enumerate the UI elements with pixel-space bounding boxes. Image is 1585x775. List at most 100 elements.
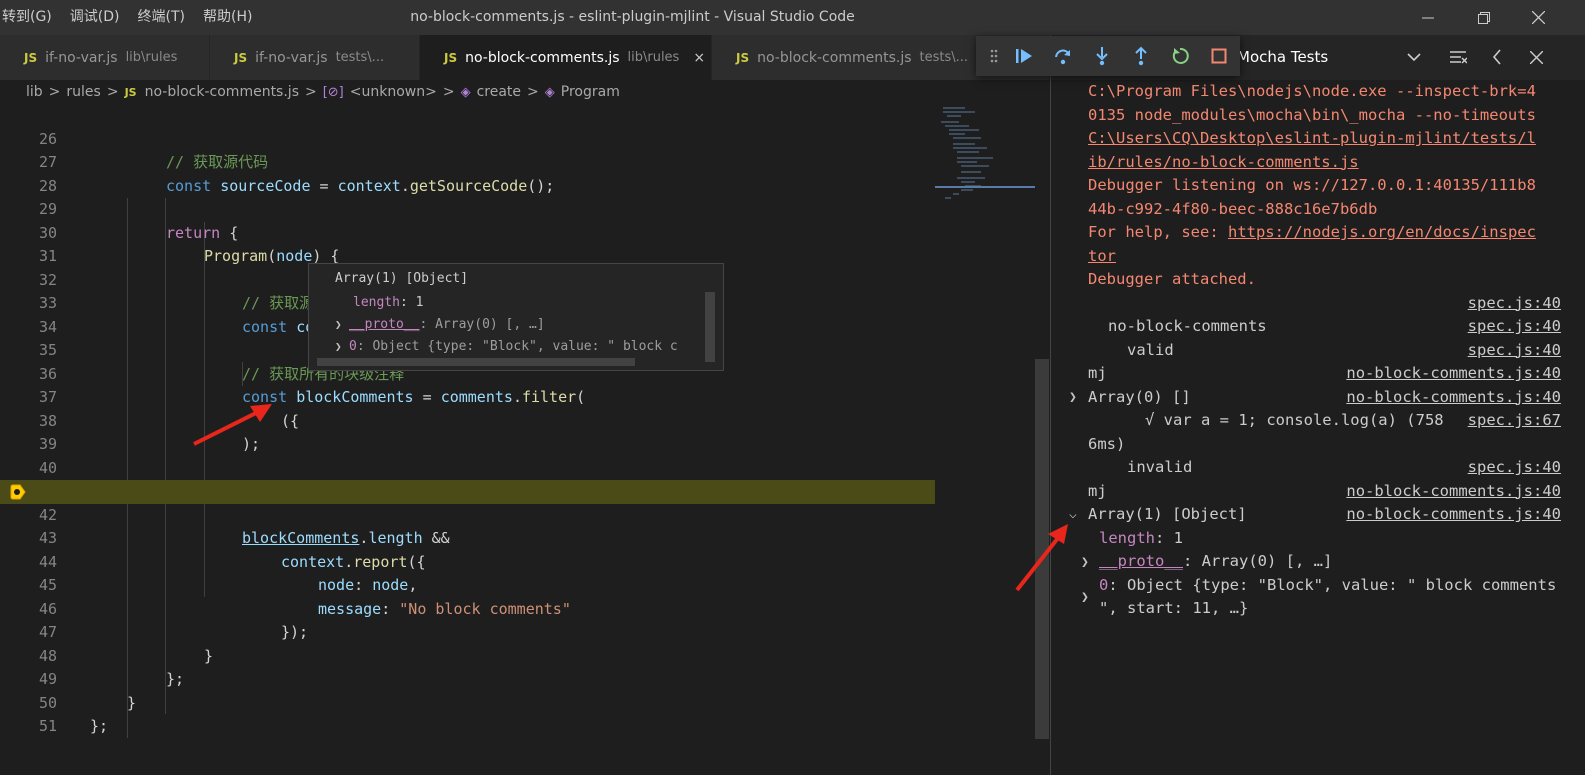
source-link[interactable]: spec.js:40 — [1468, 339, 1561, 363]
source-link[interactable]: spec.js:40 — [1468, 315, 1561, 339]
code-line: 26 // 获取源代码 — [0, 104, 935, 172]
chevron-right-icon: ❯ — [335, 340, 342, 353]
code-line: 39 — [0, 410, 935, 453]
tab-label: if-no-var.js — [255, 49, 328, 66]
code-line: 43 context.report({ — [0, 504, 935, 571]
tab-description: tests\... — [335, 50, 385, 65]
chevron-right-icon[interactable]: ❯ — [1081, 590, 1089, 605]
code-line: 44 node: node, — [0, 527, 935, 595]
code-line: 28 — [0, 151, 935, 195]
step-over-icon[interactable] — [1043, 41, 1082, 71]
console-prop-item-cont: ", start: 11, …} — [1099, 599, 1249, 617]
source-link[interactable]: no-block-comments.js:40 — [1346, 386, 1561, 410]
code-line: 27 const sourceCode = context.getSourceC… — [0, 128, 935, 195]
debug-toolbar — [976, 36, 1240, 76]
js-file-icon: JS — [124, 85, 137, 99]
breadcrumb-item-rules[interactable]: rules — [66, 84, 100, 100]
code-line: 48 }; — [0, 621, 935, 689]
code-line: 41 — [0, 457, 935, 500]
tab-if-no-var-tests[interactable]: JS if-no-var.js tests\... — [210, 35, 420, 80]
code-line: 40 console — [0, 433, 935, 501]
title-bar: 转到(G) 调试(D) 终端(T) 帮助(H) no-block-comment… — [0, 0, 1585, 35]
code-line: 38 ); — [0, 386, 935, 454]
console-link[interactable]: ib/rules/no-block-comments.js — [1088, 151, 1565, 175]
js-file-icon: JS — [24, 50, 38, 65]
close-icon[interactable] — [1522, 43, 1550, 71]
hover-row-item-0[interactable]: ❯ 0: Object {type: "Block", value: " bloc… — [335, 336, 678, 358]
tab-label: no-block-comments.js — [465, 49, 620, 66]
breadcrumb-separator: > — [48, 84, 61, 100]
console-prop-item[interactable]: 0: Object {type: "Block", value: " block… — [1099, 574, 1585, 598]
restart-icon[interactable] — [1160, 41, 1199, 71]
tab-if-no-var-lib[interactable]: JS if-no-var.js lib\rules — [0, 35, 210, 80]
breadcrumb: lib > rules > JS no-block-comments.js > … — [0, 80, 1050, 104]
debug-console-output[interactable]: C:\Program Files\nodejs\node.exe --inspe… — [1051, 80, 1585, 775]
breadcrumb-item-program[interactable]: Program — [561, 84, 620, 100]
hover-row-proto[interactable]: ❯ __proto__: Array(0) [, …] — [335, 314, 545, 336]
red-annotation-arrow — [1015, 524, 1068, 592]
collapse-panel-icon[interactable] — [1483, 43, 1511, 71]
js-file-icon: JS — [736, 50, 750, 65]
chevron-right-icon[interactable]: ❯ — [1081, 555, 1089, 570]
chevron-down-icon[interactable] — [1400, 43, 1428, 71]
debug-hover-widget[interactable]: Array(1) [Object] length: 1 ❯ __proto__: … — [308, 263, 724, 371]
close-icon[interactable] — [1512, 0, 1564, 35]
console-link[interactable]: C:\Users\CQ\Desktop\eslint-plugin-mjlint… — [1088, 127, 1565, 151]
hover-scrollbar-horizontal[interactable] — [317, 358, 635, 366]
code-line: 46 }); — [0, 574, 935, 642]
console-line: C:\Program Files\nodejs\node.exe --inspe… — [1088, 82, 1536, 100]
editor-tab-bar: JS if-no-var.js lib\rules JS if-no-var.j… — [0, 35, 1050, 80]
line-number: 51 — [38, 717, 57, 735]
tab-description: lib\rules — [627, 50, 680, 65]
console-line: Debugger attached. — [1088, 270, 1256, 288]
chevron-right-icon[interactable]: ❯ — [1069, 390, 1077, 405]
source-link[interactable]: spec.js:40 — [1468, 292, 1561, 316]
breadcrumb-item-create[interactable]: create — [477, 84, 521, 100]
code-editor[interactable]: 26 // 获取源代码 27 const sourceCode = contex… — [0, 104, 1050, 775]
source-link[interactable]: spec.js:67 — [1468, 409, 1561, 433]
code-line: 49 } — [0, 645, 935, 712]
step-into-icon[interactable] — [1082, 41, 1121, 71]
drag-handle-icon[interactable] — [984, 41, 1004, 71]
paused-breakpoint-icon[interactable] — [10, 484, 26, 500]
source-link[interactable]: spec.js:40 — [1468, 456, 1561, 480]
hover-title: Array(1) [Object] — [335, 271, 469, 286]
js-file-icon: JS — [444, 50, 458, 65]
help-link[interactable]: tor — [1088, 245, 1565, 269]
window-title: no-block-comments.js - eslint-plugin-mjl… — [410, 9, 855, 25]
code-line: 50 }; — [0, 668, 935, 736]
close-tab-icon[interactable]: × — [693, 50, 705, 66]
breadcrumb-item-file[interactable]: no-block-comments.js — [145, 84, 299, 100]
console-prop-proto[interactable]: __proto__: Array(0) [, …] — [1099, 550, 1576, 574]
breadcrumb-separator: > — [106, 84, 119, 100]
hover-row-length: length: 1 — [353, 295, 424, 310]
minimize-icon[interactable] — [1402, 0, 1454, 35]
console-line: Debugger listening on ws://127.0.0.1:401… — [1088, 176, 1536, 194]
minimap[interactable] — [935, 104, 1035, 214]
code-line: 45 message: "No block comments" — [0, 551, 935, 618]
breadcrumb-item-lib[interactable]: lib — [26, 84, 43, 100]
clear-console-icon[interactable] — [1444, 43, 1472, 71]
breadcrumb-item-unknown[interactable]: <unknown> — [350, 84, 437, 100]
help-link[interactable]: https://nodejs.org/en/docs/inspec — [1228, 223, 1536, 241]
tab-description: lib\rules — [125, 50, 178, 65]
stop-icon[interactable] — [1199, 41, 1238, 71]
chevron-right-icon: ❯ — [335, 318, 342, 331]
continue-icon[interactable] — [1004, 41, 1043, 71]
code-line: 51 — [0, 692, 935, 735]
source-link[interactable]: no-block-comments.js:40 — [1346, 480, 1561, 504]
step-out-icon[interactable] — [1121, 41, 1160, 71]
red-annotation-arrow — [193, 404, 272, 446]
tab-no-block-comments-lib[interactable]: JS no-block-comments.js lib\rules × — [420, 35, 712, 80]
hover-scrollbar[interactable] — [705, 292, 715, 362]
source-link[interactable]: no-block-comments.js:40 — [1346, 362, 1561, 386]
current-debug-line: 42 blockComments.length && — [0, 480, 935, 547]
breadcrumb-separator: > — [442, 84, 455, 100]
code-line: 30 Program(node) { — [0, 198, 935, 266]
source-link[interactable]: no-block-comments.js:40 — [1346, 503, 1561, 527]
console-line: For help, see: https://nodejs.org/en/doc… — [1088, 223, 1536, 241]
restore-icon[interactable] — [1458, 0, 1510, 35]
console-line: 0135 node_modules\mocha\bin\_mocha --no-… — [1088, 105, 1536, 124]
console-line: 6ms) — [1088, 434, 1126, 453]
breadcrumb-separator: > — [527, 84, 539, 100]
